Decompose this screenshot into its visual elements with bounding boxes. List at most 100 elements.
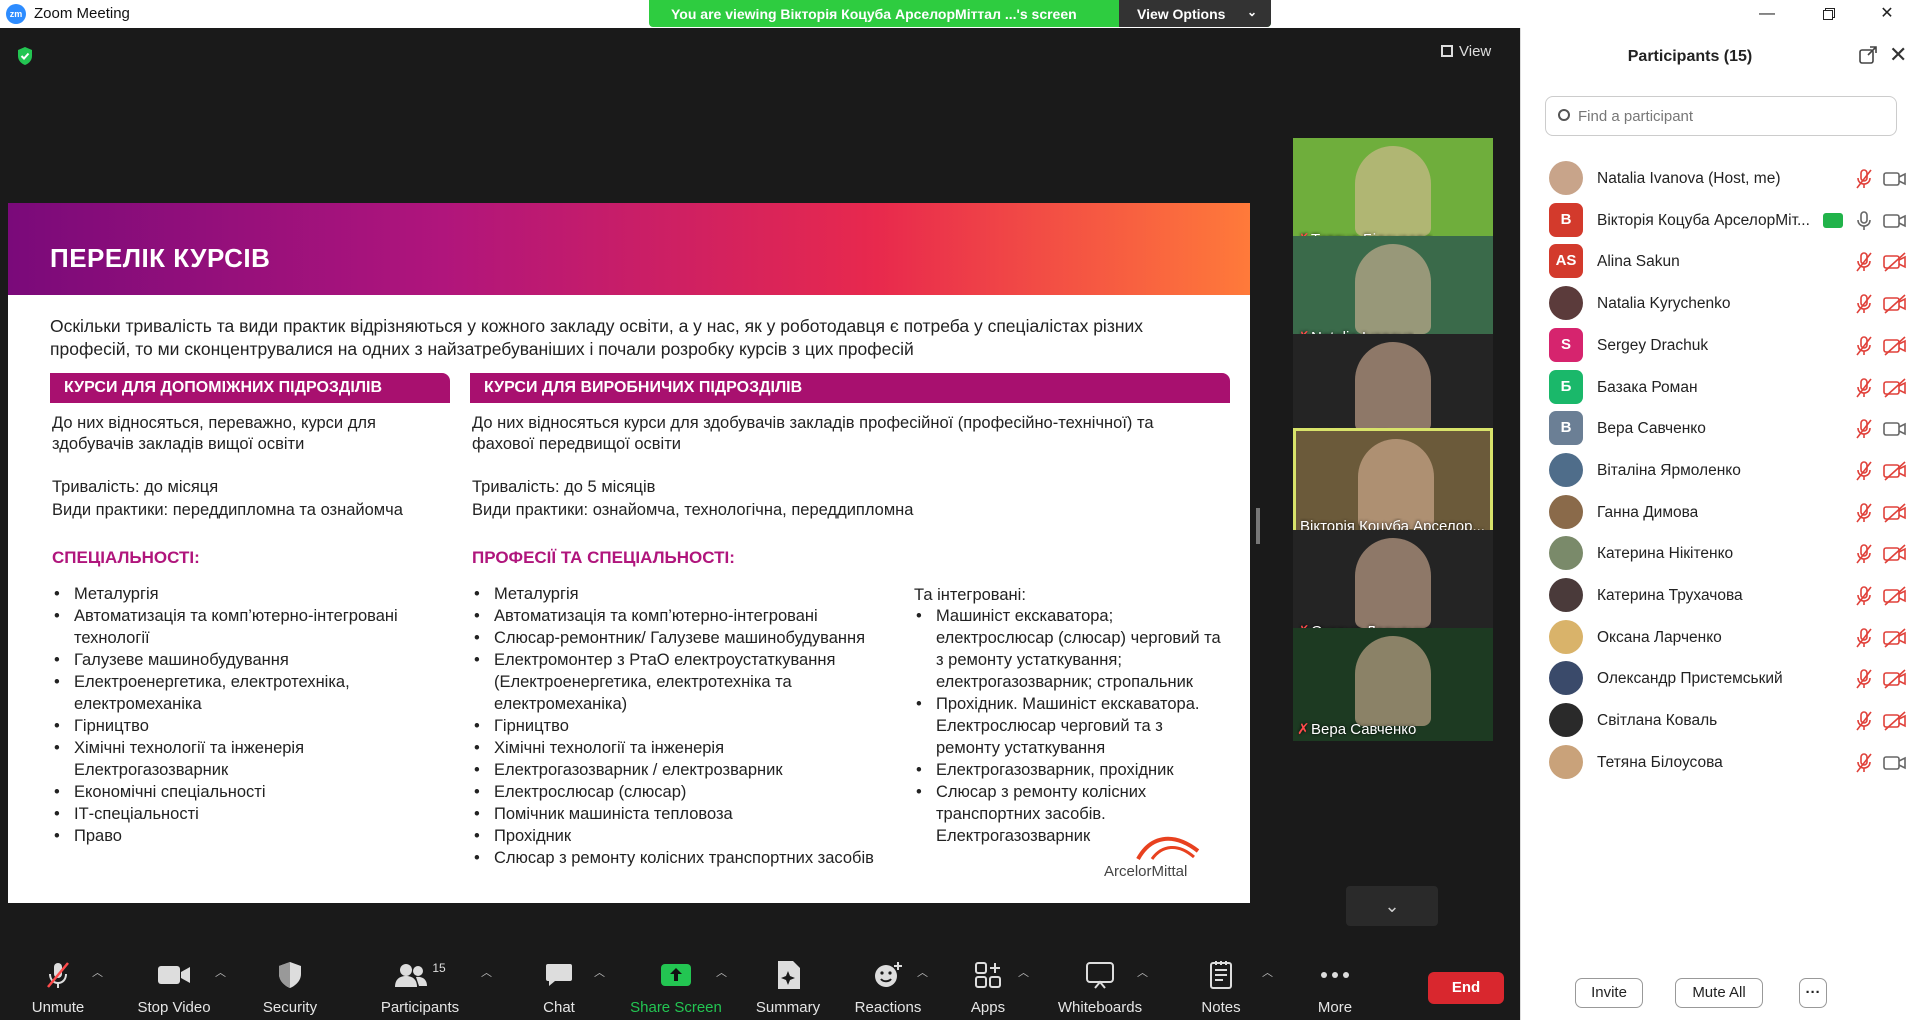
split-resize-handle[interactable]	[1256, 508, 1260, 544]
participant-video-feed	[1355, 146, 1431, 236]
invite-button[interactable]: Invite	[1575, 978, 1643, 1008]
muted-microphone-icon[interactable]	[1855, 460, 1873, 482]
participant-name: Вікторія Коцуба АрселорМіт...	[1597, 211, 1809, 229]
microphone-icon[interactable]	[1855, 210, 1873, 232]
video-thumbnail[interactable]: ✗Тетяна Білоусова	[1293, 138, 1493, 251]
muted-microphone-icon: ✗	[1297, 721, 1310, 738]
unmute-label: Unmute	[31, 999, 85, 1016]
muted-microphone-icon[interactable]	[1855, 752, 1873, 774]
video-off-icon[interactable]	[1883, 460, 1907, 482]
video-off-icon[interactable]	[1883, 543, 1907, 565]
apps-button[interactable]: Apps	[955, 958, 1021, 1016]
participants-panel: Participants (15) ✕ Natalia Ivanova (Hos…	[1520, 28, 1920, 1020]
participant-row[interactable]: Тетяна Білоусова	[1521, 738, 1920, 789]
close-icon[interactable]: ✕	[1872, 2, 1902, 26]
muted-microphone-icon[interactable]	[1855, 293, 1873, 315]
participant-search-input[interactable]	[1578, 105, 1878, 127]
more-dots-icon	[1321, 972, 1349, 978]
view-options-button[interactable]: View Options ⌄	[1119, 0, 1271, 27]
profession-item: Прохідник	[472, 825, 902, 847]
video-off-icon[interactable]	[1883, 502, 1907, 524]
encryption-shield-icon[interactable]	[16, 46, 34, 66]
muted-microphone-icon[interactable]	[1855, 627, 1873, 649]
slide-intro: Оскільки тривалість та види практик відр…	[50, 316, 1144, 359]
share-options-caret-icon[interactable]: ︿	[716, 964, 727, 980]
left-list-title: СПЕЦІАЛЬНОСТІ:	[52, 548, 200, 567]
close-panel-icon[interactable]: ✕	[1889, 42, 1907, 68]
notes-options-caret-icon[interactable]: ︿	[1262, 964, 1273, 980]
restore-icon[interactable]	[1814, 2, 1844, 26]
muted-microphone-icon[interactable]	[1855, 585, 1873, 607]
muted-microphone-icon[interactable]	[1855, 335, 1873, 357]
chevron-down-icon: ⌄	[1384, 896, 1400, 916]
audio-options-caret-icon[interactable]: ︿	[92, 964, 103, 980]
video-camera-icon[interactable]	[1883, 168, 1907, 190]
participant-name: Віталіна Ярмоленко	[1597, 461, 1741, 479]
video-thumbnail[interactable]: ✗Вера Савченко	[1293, 628, 1493, 741]
participants-button[interactable]: 15 Participants	[370, 958, 470, 1016]
stop-video-button[interactable]: Stop Video	[126, 958, 222, 1016]
muted-microphone-icon[interactable]	[1855, 251, 1873, 273]
muted-microphone-icon[interactable]	[1855, 668, 1873, 690]
participants-options-caret-icon[interactable]: ︿	[481, 964, 492, 980]
mute-all-button[interactable]: Mute All	[1675, 978, 1763, 1008]
unmute-button[interactable]: Unmute	[18, 958, 98, 1016]
right-practice: Види практики: ознайомча, технологічна, …	[472, 501, 914, 519]
right-professions-list: МеталургіяАвтоматизація та комп’ютерно-і…	[472, 583, 902, 869]
apps-options-caret-icon[interactable]: ︿	[1018, 964, 1029, 980]
video-thumbnail[interactable]: ✗Оксана Ларченко	[1293, 530, 1493, 643]
whiteboards-options-caret-icon[interactable]: ︿	[1137, 964, 1148, 980]
panel-more-button[interactable]: ···	[1799, 978, 1827, 1008]
view-button[interactable]: View	[1441, 43, 1491, 60]
security-label: Security	[262, 999, 318, 1016]
participant-search	[1545, 96, 1897, 136]
pop-out-icon[interactable]	[1859, 46, 1877, 64]
minimize-icon[interactable]: —	[1752, 2, 1782, 26]
specialty-item: Гірництво	[52, 715, 432, 737]
security-button[interactable]: Security	[250, 958, 330, 1016]
view-options-label: View Options	[1137, 6, 1226, 22]
share-screen-button[interactable]: Share Screen	[626, 958, 726, 1016]
scroll-thumbnails-down-button[interactable]: ⌄	[1346, 886, 1438, 926]
muted-microphone-icon[interactable]	[1855, 710, 1873, 732]
reactions-button[interactable]: Reactions	[848, 958, 928, 1016]
video-camera-icon[interactable]	[1883, 752, 1907, 774]
integrated-item: Машиніст екскаватора; електрослюсар (слю…	[914, 605, 1224, 693]
participant-name: Катерина Нікітенко	[1597, 545, 1734, 563]
video-off-icon[interactable]	[1883, 293, 1907, 315]
muted-microphone-icon[interactable]	[1855, 418, 1873, 440]
muted-microphone-icon[interactable]	[1855, 543, 1873, 565]
video-off-icon[interactable]	[1883, 585, 1907, 607]
video-thumbnail[interactable]: ✗Natalia Ivanova	[1293, 236, 1493, 349]
video-off-icon[interactable]	[1883, 668, 1907, 690]
participant-video-feed	[1355, 538, 1431, 628]
right-section-heading: КУРСИ ДЛЯ ВИРОБНИЧИХ ПІДРОЗДІЛІВ	[470, 373, 1230, 403]
more-button[interactable]: More	[1300, 958, 1370, 1016]
video-options-caret-icon[interactable]: ︿	[215, 964, 226, 980]
summary-button[interactable]: Summary	[748, 958, 828, 1016]
video-off-icon[interactable]	[1883, 251, 1907, 273]
viewing-banner-text: You are viewing Вікторія Коцуба АрселорМ…	[671, 6, 1077, 22]
chat-options-caret-icon[interactable]: ︿	[594, 964, 605, 980]
video-off-icon[interactable]	[1883, 335, 1907, 357]
video-off-icon[interactable]	[1883, 377, 1907, 399]
video-camera-icon[interactable]	[1883, 210, 1907, 232]
video-thumbnail[interactable]: Вікторія Коцуба Арселор...	[1293, 428, 1493, 541]
share-screen-icon	[661, 964, 691, 986]
muted-microphone-icon[interactable]	[1855, 168, 1873, 190]
chat-button[interactable]: Chat	[526, 958, 592, 1016]
notes-button[interactable]: Notes	[1186, 958, 1256, 1016]
muted-microphone-icon[interactable]	[1855, 502, 1873, 524]
reactions-options-caret-icon[interactable]: ︿	[917, 964, 928, 980]
video-off-icon[interactable]	[1883, 627, 1907, 649]
participant-video-feed	[1355, 636, 1431, 726]
window-title: Zoom Meeting	[34, 5, 130, 22]
whiteboards-button[interactable]: Whiteboards	[1052, 958, 1148, 1016]
specialty-item: Економічні спеціальності	[52, 781, 432, 803]
video-off-icon[interactable]	[1883, 710, 1907, 732]
end-meeting-button[interactable]: End	[1428, 972, 1504, 1004]
muted-microphone-icon[interactable]	[1855, 377, 1873, 399]
participant-video-feed	[1355, 342, 1431, 432]
video-camera-icon[interactable]	[1883, 418, 1907, 440]
screen-share-banner: You are viewing Вікторія Коцуба АрселорМ…	[649, 0, 1271, 27]
